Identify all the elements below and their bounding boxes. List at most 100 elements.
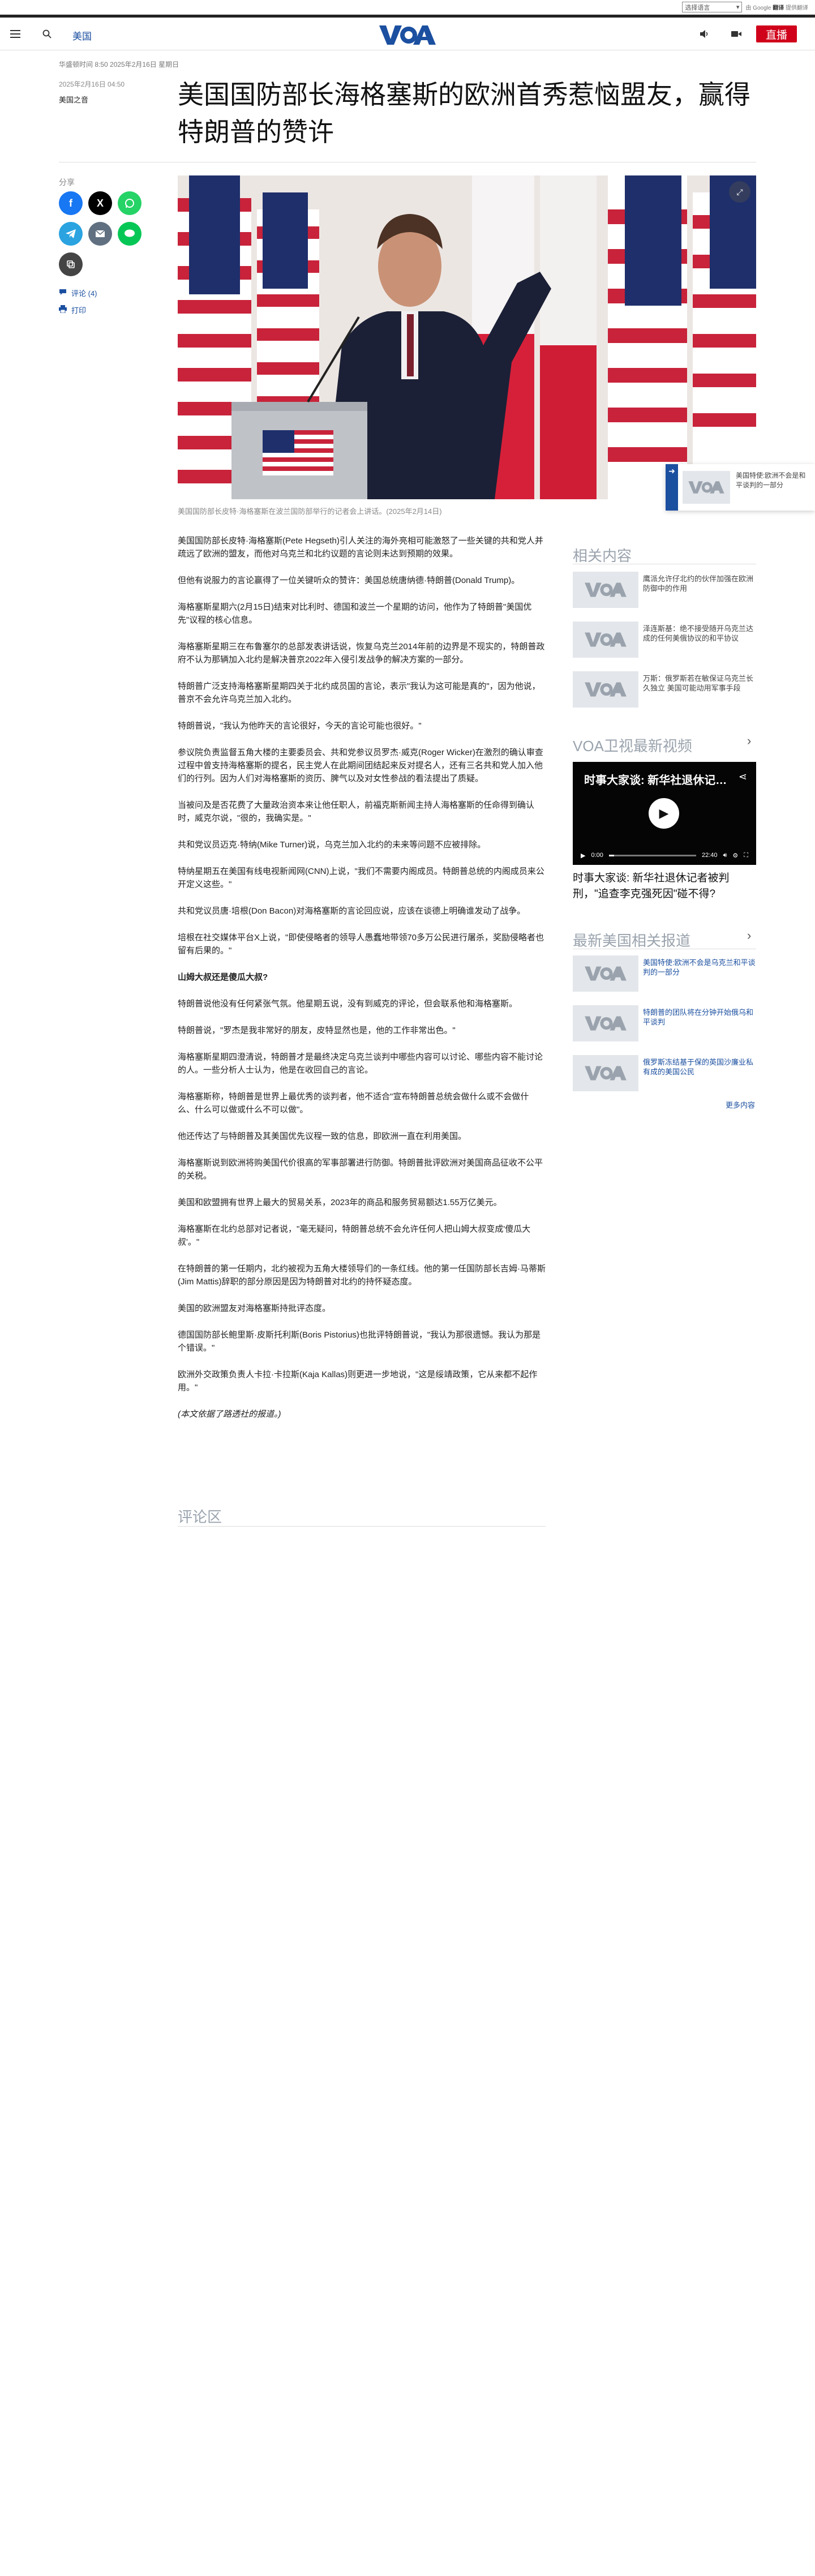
live-button[interactable]: 直播 <box>756 25 797 42</box>
facebook-share-icon[interactable]: f <box>59 191 83 215</box>
print-link[interactable]: 打印 <box>59 305 86 315</box>
site-header: 美国 直播 <box>0 18 815 50</box>
voa-thumb-icon <box>573 1055 638 1091</box>
menu-icon[interactable] <box>9 28 22 40</box>
x-share-icon[interactable]: X <box>88 191 112 215</box>
related-item-title[interactable]: 鹰派允许仔北约的伙伴加强在欧洲防御中的作用 <box>643 574 756 593</box>
article-author[interactable]: 美国之音 <box>59 94 88 105</box>
arrow-right-icon[interactable]: ➜ <box>666 464 678 511</box>
voa-thumb-icon <box>573 1005 638 1041</box>
latest-item[interactable]: 特朗普的团队将在分钟开始俄乌和平谈判 <box>573 1005 756 1043</box>
article-paragraph: 特朗普说，"我认为他昨天的言论很好，今天的言论可能也很好。" <box>178 721 422 731</box>
hero-photo-illustration <box>178 175 756 499</box>
video-time-total: 22:40 <box>701 852 718 859</box>
article-paragraph: 参议院负责监督五角大楼的主要委员会、共和党参议员罗杰·威克(Roger Wick… <box>178 748 543 783</box>
play-icon[interactable]: ▶ <box>649 798 679 829</box>
hero-image[interactable]: ⤢ <box>178 175 756 499</box>
related-heading: 相关内容 <box>573 547 632 564</box>
expand-icon[interactable]: ⤢ <box>729 181 750 203</box>
voa-thumb-icon <box>573 671 638 708</box>
article-paragraph: 海格塞斯星期六(2月15日)结束对比利时、德国和波兰一个星期的访问，他作为了特朗… <box>178 602 532 625</box>
article-paragraph: 海格塞斯星期三在布鲁塞尔的总部发表讲话说，恢复乌克兰2014年前的边界是不现实的… <box>178 642 545 665</box>
google-translate-brand: 翻译 <box>773 5 784 11</box>
article-paragraph: 海格塞斯说到欧洲将购美国代价很高的军事部署进行防御。特朗普批评欧洲对美国商品征收… <box>178 1158 543 1181</box>
language-select[interactable]: 选择语言 ▾ <box>682 2 743 12</box>
copy-link-icon[interactable] <box>59 252 83 276</box>
related-item-title[interactable]: 泽连斯基：绝不接受随开乌克兰达成的任何美俄协议的和平协议 <box>643 624 756 643</box>
article-paragraph: 美国和欧盟拥有世界上最大的贸易关系，2023年的商品和服务贸易额达1.55万亿美… <box>178 1198 502 1207</box>
nav-section-link[interactable]: 美国 <box>72 28 92 42</box>
video-controls: ▶ 0:00 22:40 🔊︎ ⚙ ⛶ <box>573 846 756 865</box>
fullscreen-icon[interactable]: ⛶ <box>744 852 748 859</box>
translate-widget: 选择语言 ▾ 由 Google 翻译 提供翻译 <box>682 2 808 12</box>
related-item[interactable]: 泽连斯基：绝不接受随开乌克兰达成的任何美俄协议的和平协议 <box>573 622 756 659</box>
latest-item-title[interactable]: 美国特使:欧洲不会是乌克兰和平谈判的一部分 <box>643 958 756 977</box>
video-player[interactable]: 时事大家谈: 新华社退休记… ⋖ ▶ ▶ 0:00 22:40 🔊︎ ⚙ ⛶ <box>573 762 756 865</box>
whatsapp-share-icon[interactable] <box>118 191 141 215</box>
video-title: 时事大家谈: 新华社退休记… <box>584 774 726 787</box>
article-source-note: (本文依据了路透社的报道。) <box>178 1409 281 1419</box>
article-paragraph: 共和党议员迈克·特纳(Mike Turner)说，乌克兰加入北约的未来等问题不应… <box>178 840 486 850</box>
floating-related-widget[interactable]: ➜ 美国特使:欧洲不会是和平谈判的一部分 <box>666 464 815 511</box>
article-body: 美国国防部长皮特·海格塞斯(Pete Hegseth)引人关注的海外亮相可能激怒… <box>178 534 546 1434</box>
article-paragraph: 德国国防部长鲍里斯·皮斯托利斯(Boris Pistorius)也批评特朗普说，… <box>178 1330 541 1353</box>
article-paragraph: 在特朗普的第一任期内，北约被视为五角大楼领导们的一条红线。他的第一任国防部长吉姆… <box>178 1264 546 1287</box>
speaker-icon[interactable] <box>698 28 711 40</box>
latest-heading[interactable]: 最新美国相关报道 <box>573 929 690 950</box>
google-translate-credit[interactable]: 由 Google 翻译 提供翻译 <box>745 3 808 11</box>
line-share-icon[interactable] <box>118 222 141 246</box>
email-share-icon[interactable] <box>88 222 112 246</box>
more-content-link[interactable]: 更多内容 <box>726 1099 755 1110</box>
podium-flag-seal <box>263 430 333 475</box>
article-paragraph: 海格塞斯称，特朗普是世界上最优秀的谈判者，他不适合"宣布特朗普总统会做什么或不会… <box>178 1092 529 1115</box>
language-select-label: 选择语言 <box>685 4 710 11</box>
telegram-share-icon[interactable] <box>59 222 83 246</box>
search-icon[interactable] <box>41 28 53 40</box>
comments-link-label: 评论 (4) <box>71 289 97 298</box>
article-paragraph: 美国国防部长皮特·海格塞斯(Pete Hegseth)引人关注的海外亮相可能激怒… <box>178 536 543 559</box>
related-item[interactable]: 鹰派允许仔北约的伙伴加强在欧洲防御中的作用 <box>573 572 756 609</box>
play-small-icon[interactable]: ▶ <box>581 852 585 859</box>
floating-widget-title[interactable]: 美国特使:欧洲不会是和平谈判的一部分 <box>736 471 810 490</box>
volume-icon[interactable]: 🔊︎ <box>723 852 727 859</box>
video-seek-progress <box>608 854 615 856</box>
chevron-right-icon[interactable]: › <box>747 734 751 748</box>
video-time-current: 0:00 <box>591 852 603 859</box>
video-seek-bar[interactable] <box>608 854 696 856</box>
video-camera-icon[interactable] <box>730 28 743 40</box>
article-subheading: 山姆大叔还是傻瓜大叔? <box>178 972 268 982</box>
latest-item-title[interactable]: 特朗普的团队将在分钟开始俄乌和平谈判 <box>643 1008 756 1027</box>
article-paragraph: 当被问及是否花费了大量政治资本来让他任职人，前福克斯新闻主持人海格塞斯的任命得到… <box>178 800 535 823</box>
latest-item-title[interactable]: 俄罗斯冻结基于保的英国沙廉业私有成的美国公民 <box>643 1057 756 1077</box>
article-paragraph: 欧洲外交政策负责人卡拉·卡拉斯(Kaja Kallas)则更进一步地说，"这是绥… <box>178 1370 538 1392</box>
comments-link[interactable]: 评论 (4) <box>59 288 97 298</box>
article-paragraph: 培根在社交媒体平台X上说，"即使侵略者的领导人愚蠢地带领70多万公民进行屠杀，奖… <box>178 933 544 955</box>
share-label: 分享 <box>59 178 75 187</box>
chevron-right-icon[interactable]: › <box>747 928 751 943</box>
hero-caption: 美国国防部长皮特·海格塞斯在波兰国防部举行的记者会上讲话。(2025年2月14日… <box>178 507 442 516</box>
voa-thumb-icon <box>573 622 638 658</box>
article-paragraph: 美国的欧洲盟友对海格塞斯持批评态度。 <box>178 1304 331 1313</box>
chevron-down-icon: ▾ <box>736 4 740 11</box>
article-paragraph: 特朗普说，"罗杰是我非常好的朋友，皮特显然也是，他的工作非常出色。" <box>178 1026 456 1035</box>
share-icon[interactable]: ⋖ <box>739 771 747 783</box>
settings-icon[interactable]: ⚙ <box>732 852 738 859</box>
article-paragraph: 海格塞斯星期四澄清说，特朗普才是最终决定乌克兰谈判中哪些内容可以讨论、哪些内容不… <box>178 1052 543 1075</box>
latest-item[interactable]: 俄罗斯冻结基于保的英国沙廉业私有成的美国公民 <box>573 1055 756 1092</box>
latest-item[interactable]: 美国特使:欧洲不会是乌克兰和平谈判的一部分 <box>573 955 756 993</box>
related-item-title[interactable]: 万斯：俄罗斯若在敏保证乌克兰长久独立 美国可能动用军事手段 <box>643 674 756 693</box>
comment-icon <box>59 289 67 297</box>
voa-logo[interactable] <box>379 24 436 46</box>
voa-thumb-icon <box>573 572 638 608</box>
google-translate-bar: 选择语言 ▾ 由 Google 翻译 提供翻译 <box>0 0 815 15</box>
article-title: 美国国防部长海格塞斯的欧洲首秀惹恼盟友，赢得特朗普的赞许 <box>178 80 750 147</box>
article-paragraph: 他还传达了与特朗普及其美国优先议程一致的信息，即欧洲一直在利用美国。 <box>178 1131 467 1141</box>
article-paragraph: 特纳星期五在美国有线电视新闻网(CNN)上说，"我们不需要内阁成员。特朗普总统的… <box>178 867 544 889</box>
article-dateline: 华盛顿时间 8:50 2025年2月16日 星期日 <box>59 61 179 68</box>
print-link-label: 打印 <box>71 306 87 315</box>
related-item[interactable]: 万斯：俄罗斯若在敏保证乌克兰长久独立 美国可能动用军事手段 <box>573 671 756 709</box>
video-section-heading[interactable]: VOA卫视最新视频 <box>573 735 692 756</box>
article-paragraph: 但他有说服力的言论赢得了一位关键听众的赞许：美国总统唐纳德·特朗普(Donald… <box>178 576 520 585</box>
video-caption[interactable]: 时事大家谈: 新华社退休记者被判刑，"追查李克强死因"碰不得? <box>573 871 756 902</box>
printer-icon <box>59 305 67 315</box>
